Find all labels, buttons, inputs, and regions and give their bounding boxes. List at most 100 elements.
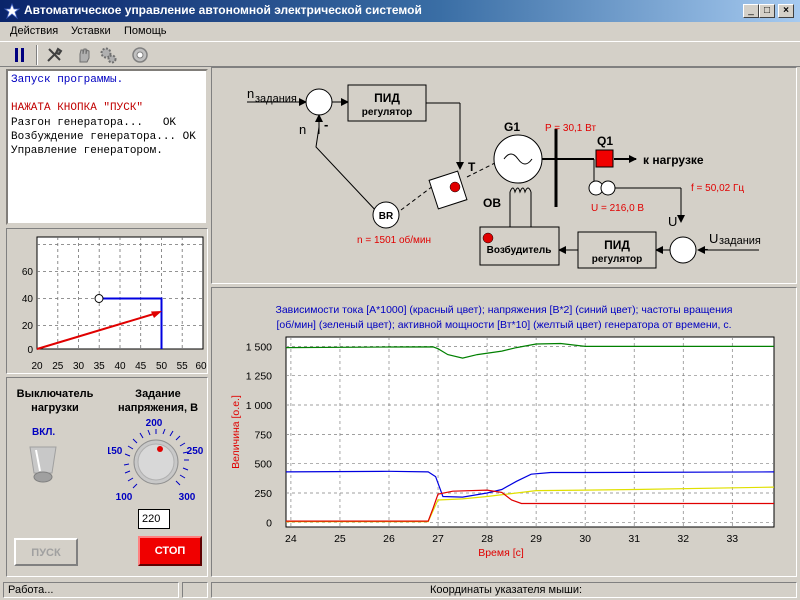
menu-actions[interactable]: Действия (10, 25, 58, 37)
u-set-sub: задания (719, 235, 761, 247)
power-readout: P = 30,1 Вт (545, 123, 596, 134)
voltage-input[interactable]: 220 (138, 509, 170, 529)
y-tick-label: 1 500 (246, 341, 272, 353)
toolbar-separator (36, 45, 38, 65)
x-tick: 30 (73, 361, 85, 372)
y-tick-label: 0 (266, 517, 272, 529)
hand-icon[interactable] (74, 45, 94, 65)
help-icon[interactable] (130, 45, 150, 65)
menu-help[interactable]: Помощь (124, 25, 167, 37)
y-tick: 60 (22, 267, 34, 278)
x-tick-label: 33 (726, 533, 738, 545)
y-axis-label: Величина [о.е.] (230, 395, 242, 469)
minus-sign: - (324, 117, 328, 132)
x-tick: 40 (114, 361, 126, 372)
log-line: Запуск программы. (11, 74, 124, 86)
status-bar: Работа... Координаты указателя мыши: (0, 580, 800, 600)
knob-tick: 200 (146, 418, 163, 429)
x-tick-label: 25 (334, 533, 346, 545)
pid-title: ПИД (374, 91, 400, 105)
phase-plot-panel: 20 25 30 35 40 45 50 55 60 0 20 40 60 (6, 228, 208, 374)
y-tick-label: 500 (254, 459, 272, 471)
switch-state-label: ВКЛ. (32, 427, 56, 438)
ob-label: ОВ (483, 196, 501, 210)
log-line: Возбуждение генератора... OK (11, 130, 196, 143)
gears-icon[interactable] (98, 45, 118, 65)
voltage-label: Задание напряжения, В (117, 388, 199, 414)
x-tick: 25 (52, 361, 64, 372)
x-tick-label: 26 (383, 533, 395, 545)
phase-plot: 20 25 30 35 40 45 50 55 60 0 20 40 60 (22, 236, 207, 372)
status-cell-empty (182, 582, 208, 598)
knob-tick: 150 (108, 446, 123, 457)
voltage-readout: U = 216,0 В (591, 203, 644, 214)
y-tick-label: 750 (254, 429, 272, 441)
x-tick: 55 (177, 361, 189, 372)
x-tick-label: 29 (530, 533, 542, 545)
exciter-label: Возбудитель (487, 244, 552, 256)
start-button[interactable]: ПУСК (14, 538, 78, 566)
breaker-label: Q1 (597, 134, 613, 148)
y-tick-label: 1 250 (246, 371, 272, 383)
knob-tick: 300 (179, 492, 196, 503)
x-tick: 20 (31, 361, 43, 372)
chart-title: Зависимости тока [А*1000] (красный цвет)… (275, 304, 732, 316)
x-axis-label: Время [с] (478, 547, 524, 559)
load-label: к нагрузке (643, 153, 704, 167)
knob-tick: 100 (116, 492, 133, 503)
x-tick: 35 (94, 361, 106, 372)
stop-button[interactable]: СТОП (138, 536, 202, 566)
status-text: Работа... (3, 582, 179, 598)
x-tick: 60 (195, 361, 207, 372)
pid-sub: регулятор (362, 107, 412, 118)
x-tick-label: 27 (432, 533, 444, 545)
maximize-button[interactable]: □ (759, 4, 775, 18)
x-tick-label: 30 (579, 533, 591, 545)
schematic-panel: n задания n - - U U задания ПИД регулято… (211, 67, 797, 284)
mouse-coords: Координаты указателя мыши: (211, 582, 797, 598)
time-chart-panel: Зависимости тока [А*1000] (красный цвет)… (211, 287, 797, 577)
speed-readout: n = 1501 об/мин (357, 234, 431, 246)
pid-title: ПИД (604, 238, 630, 252)
menu-bar: Действия Уставки Помощь (0, 22, 800, 41)
y-tick-label: 250 (254, 488, 272, 500)
x-tick-label: 28 (481, 533, 493, 545)
close-button[interactable]: × (778, 4, 794, 18)
n-feedback-label: n (299, 122, 306, 137)
tools-icon[interactable] (44, 45, 64, 65)
x-tick-label: 24 (285, 533, 297, 545)
u-feedback-label: U (668, 214, 677, 229)
y-tick: 40 (22, 294, 34, 305)
n-set-label: n (247, 86, 254, 101)
u-set-label: U (709, 231, 718, 246)
turbine-label: T (468, 160, 476, 174)
plot-area (285, 336, 775, 528)
y-tick: 0 (27, 345, 33, 356)
log-line: НАЖАТА КНОПКА "ПУСК" (11, 102, 144, 115)
load-switch-toggle[interactable] (28, 445, 58, 487)
log-panel: Запуск программы. НАЖАТА КНОПКА "ПУСК" Р… (6, 69, 208, 225)
minus-sign: - (704, 241, 708, 256)
schematic-diagram: n задания n - - U U задания ПИД регулято… (247, 84, 761, 269)
minimize-button[interactable]: _ (743, 4, 759, 18)
knob-tick: 250 (187, 446, 204, 457)
n-set-sub: задания (255, 93, 297, 105)
menu-settings[interactable]: Уставки (71, 25, 111, 37)
pid-sub: регулятор (592, 254, 642, 265)
pause-icon[interactable] (10, 45, 30, 65)
x-tick: 45 (135, 361, 147, 372)
window-title: Автоматическое управление автономной эле… (24, 3, 422, 17)
chart-title: [об/мин] (зеленый цвет); активной мощнос… (276, 319, 731, 331)
x-tick-label: 32 (677, 533, 689, 545)
time-chart: Зависимости тока [А*1000] (красный цвет)… (230, 304, 775, 559)
log-line: Управление генератором. (11, 145, 163, 158)
voltage-knob[interactable]: 100 150 200 250 300 (108, 412, 208, 504)
app-icon (4, 3, 20, 19)
br-label: BR (379, 211, 394, 222)
frequency-readout: f = 50,02 Гц (691, 183, 744, 194)
log-line: Разгон генератора... OK (11, 116, 177, 129)
x-tick: 50 (156, 361, 168, 372)
y-tick: 20 (22, 321, 34, 332)
toolbar (0, 41, 800, 67)
